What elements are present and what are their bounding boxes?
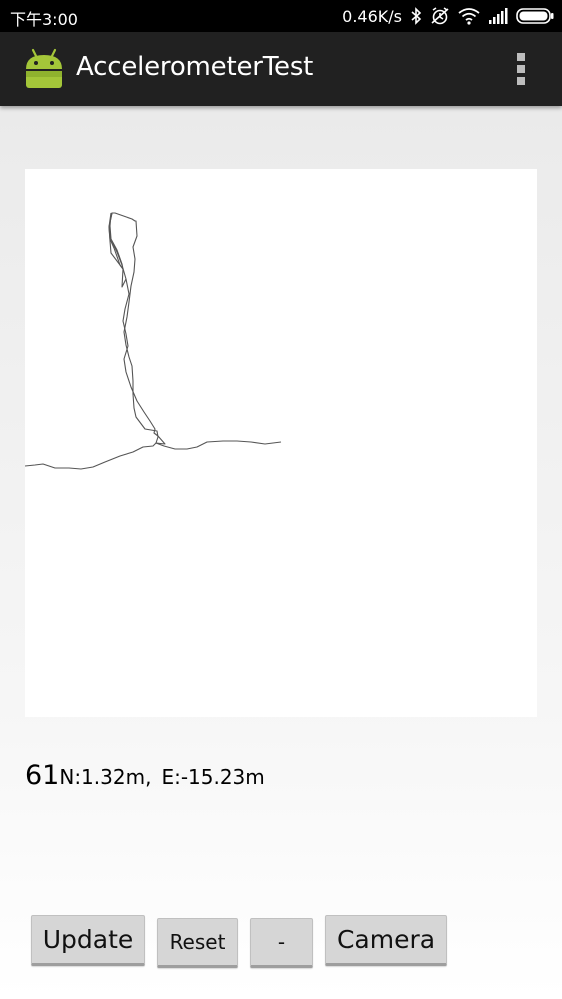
- battery-icon: [516, 8, 554, 24]
- action-bar: AccelerometerTest: [0, 32, 562, 106]
- track-path: [25, 212, 166, 470]
- track-path-drawing: [25, 212, 282, 470]
- track-path-east: [155, 440, 282, 450]
- signal-icon: [488, 8, 508, 24]
- bluetooth-icon: [410, 7, 422, 25]
- app-title: AccelerometerTest: [76, 52, 314, 82]
- position-readout: 61N:1.32m, E:-15.23m: [25, 760, 265, 791]
- track-canvas: [25, 169, 537, 717]
- alarm-off-icon: [430, 7, 450, 25]
- track-path-upper: [108, 212, 159, 444]
- android-robot-icon: [22, 47, 66, 91]
- sample-count: 61: [25, 760, 60, 791]
- north-offset: N:1.32m,: [59, 765, 152, 789]
- update-button[interactable]: Update: [31, 915, 145, 966]
- minus-button[interactable]: -: [250, 918, 313, 968]
- status-icons: 0.46K/s: [342, 4, 554, 28]
- status-bar: 下午3:00 0.46K/s: [0, 0, 562, 32]
- wifi-icon: [458, 7, 480, 25]
- reset-button[interactable]: Reset: [157, 918, 238, 968]
- overflow-menu-icon[interactable]: [510, 52, 532, 86]
- network-speed: 0.46K/s: [342, 6, 402, 26]
- status-time: 下午3:00: [10, 10, 78, 29]
- camera-button[interactable]: Camera: [325, 915, 447, 966]
- east-offset: E:-15.23m: [161, 765, 265, 789]
